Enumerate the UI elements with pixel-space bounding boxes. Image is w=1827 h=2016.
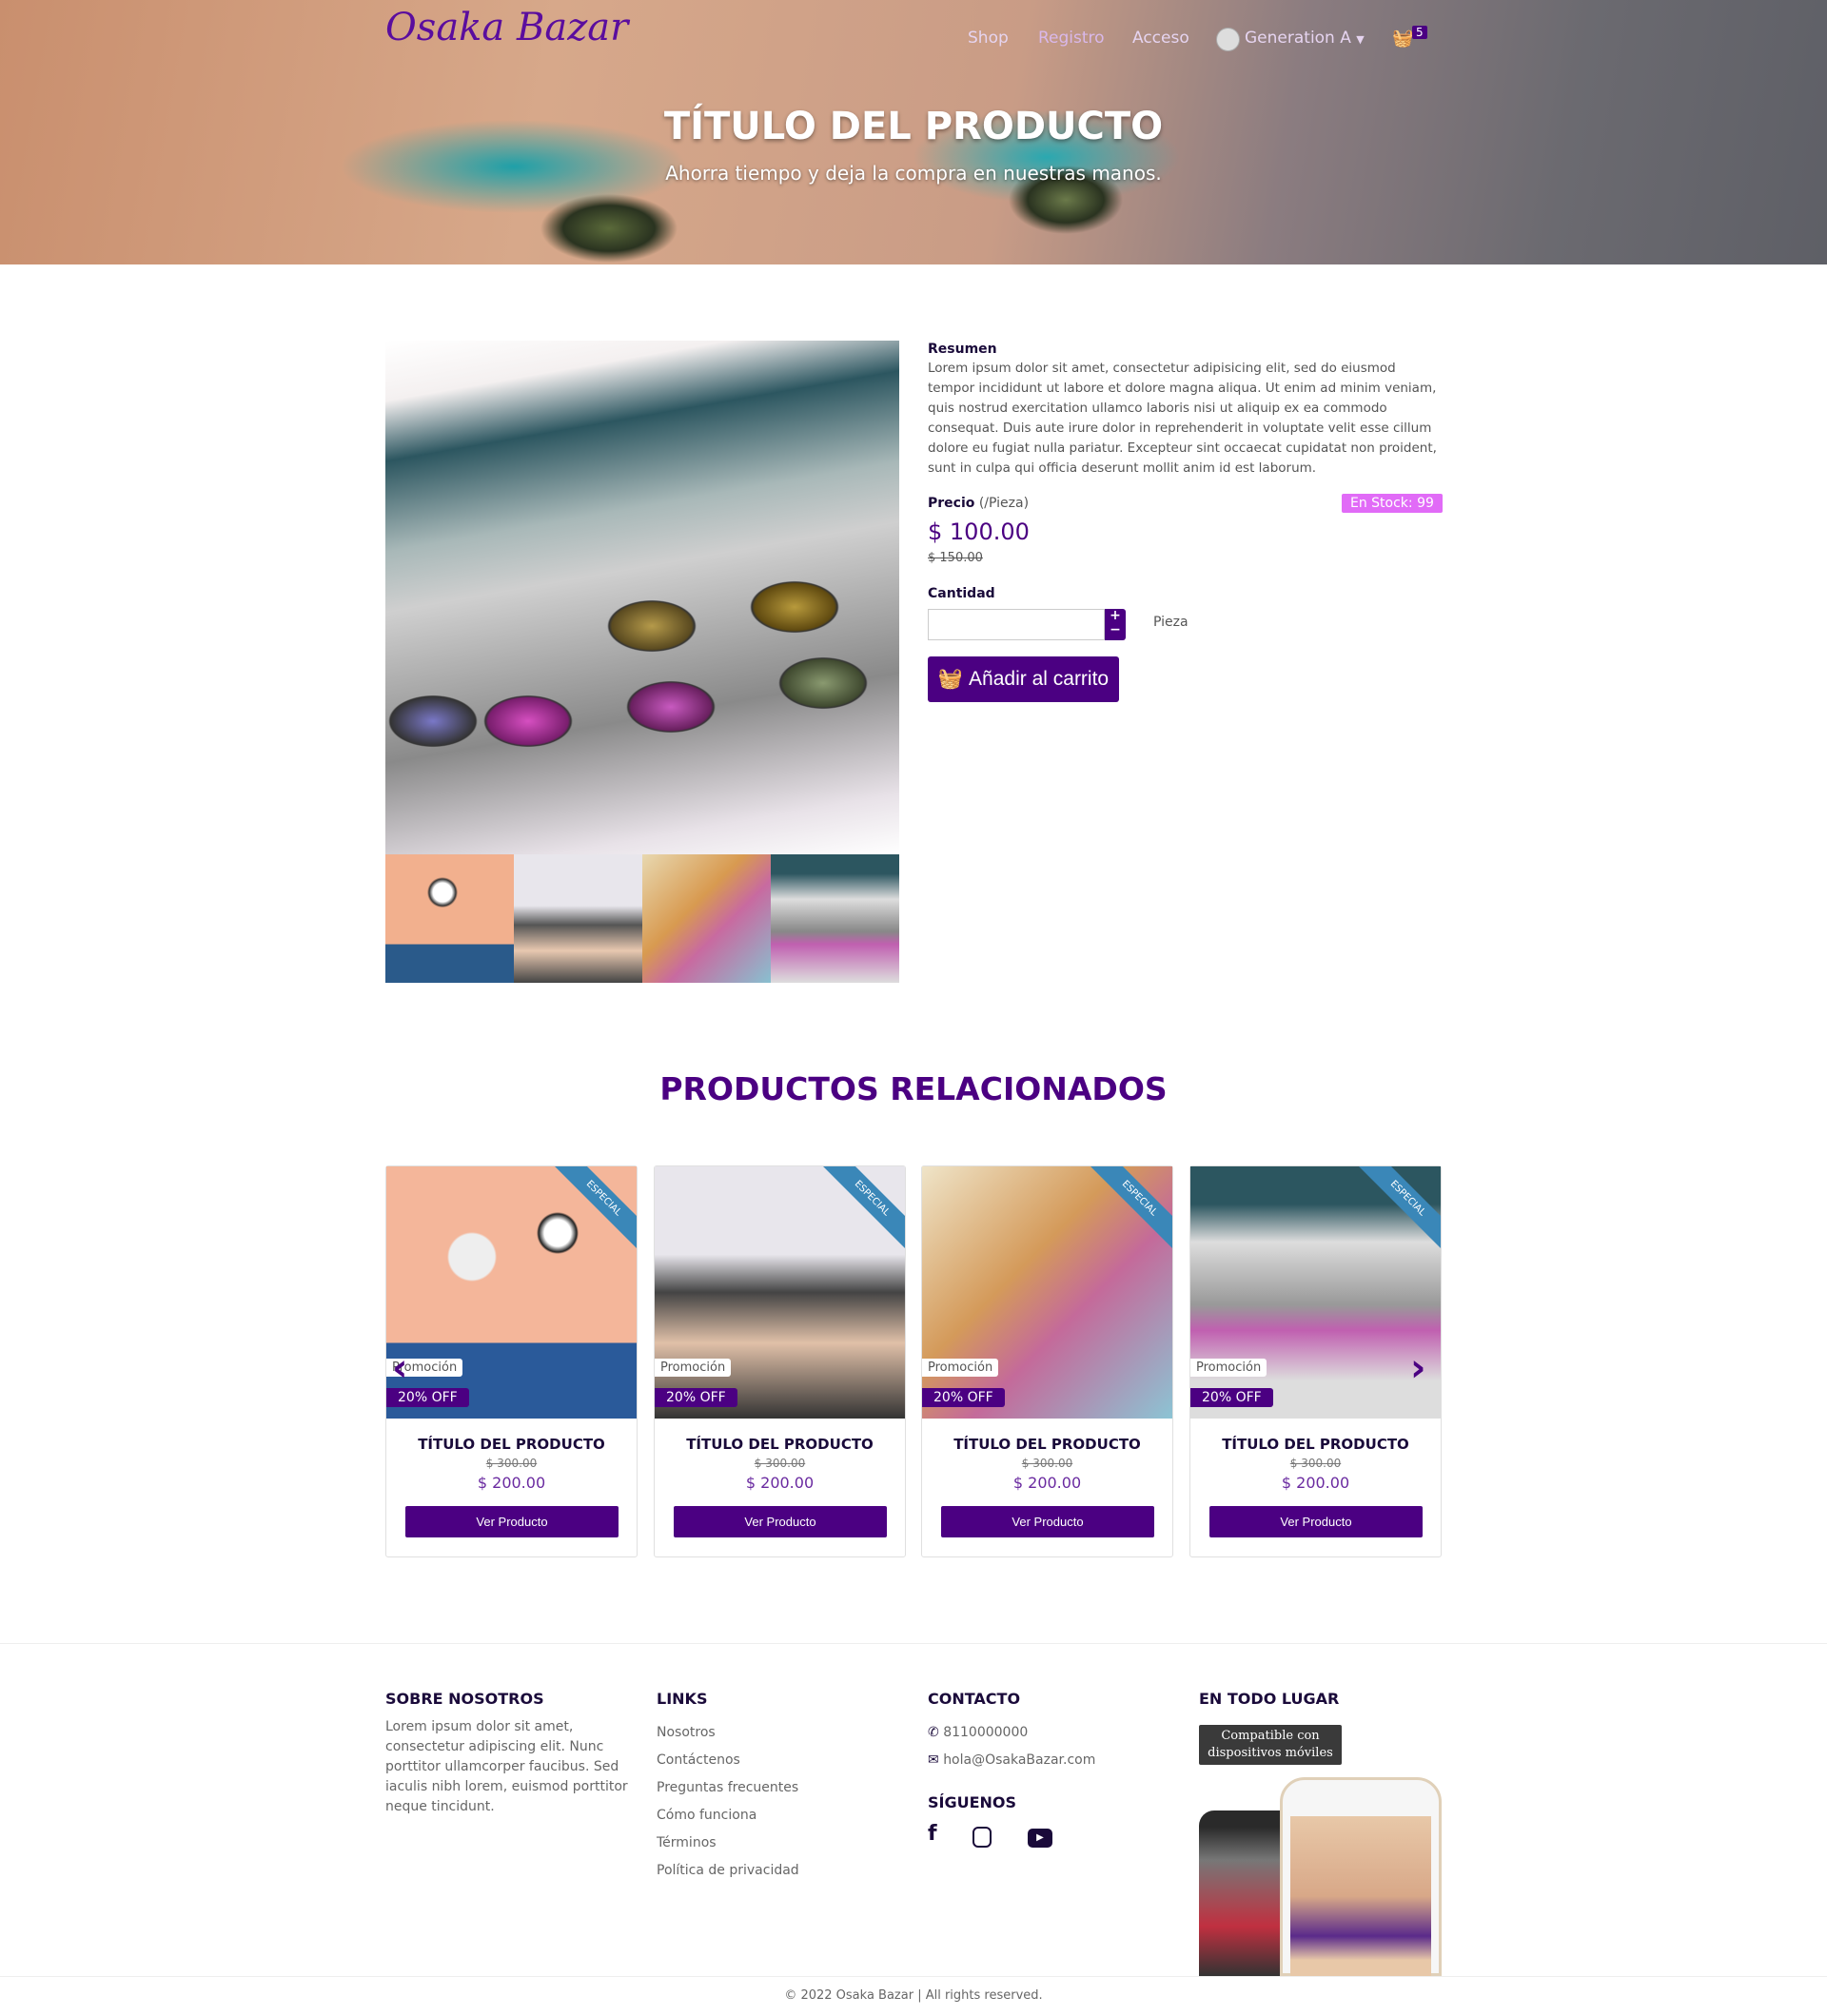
divider bbox=[0, 1976, 1827, 1977]
product-card[interactable]: ESPECIAL Promoción 20% OFF TÍTULO DEL PR… bbox=[1189, 1165, 1442, 1557]
carousel-next-icon[interactable]: › bbox=[1410, 1346, 1425, 1390]
summary-text: Lorem ipsum dolor sit amet, consectetur … bbox=[928, 361, 1437, 476]
footer-links-title: LINKS bbox=[657, 1690, 708, 1708]
divider bbox=[0, 1643, 1827, 1644]
phone-illustration bbox=[1280, 1777, 1442, 1976]
footer-link[interactable]: Preguntas frecuentes bbox=[657, 1780, 798, 1795]
view-product-button[interactable]: Ver Producto bbox=[405, 1506, 619, 1537]
special-ribbon: ESPECIAL bbox=[1355, 1166, 1441, 1251]
email[interactable]: ✉ hola@OsakaBazar.com bbox=[928, 1752, 1095, 1768]
avatar[interactable] bbox=[1216, 28, 1240, 51]
quantity-input[interactable] bbox=[928, 609, 1105, 640]
footer-about-text: Lorem ipsum dolor sit amet, consectetur … bbox=[385, 1719, 628, 1814]
product-card-title: TÍTULO DEL PRODUCTO bbox=[686, 1436, 874, 1453]
product-card-title: TÍTULO DEL PRODUCTO bbox=[1222, 1436, 1409, 1453]
unit-label: Pieza bbox=[1153, 615, 1189, 630]
promo-badge: Promoción bbox=[655, 1359, 732, 1377]
special-ribbon: ESPECIAL bbox=[551, 1166, 637, 1251]
hero-title: TÍTULO DEL PRODUCTO bbox=[663, 105, 1164, 148]
footer-link[interactable]: Cómo funciona bbox=[657, 1808, 756, 1823]
product-card[interactable]: ESPECIAL Promoción 20% OFF TÍTULO DEL PR… bbox=[921, 1165, 1173, 1557]
promo-badge: Promoción bbox=[1190, 1359, 1267, 1377]
discount-badge: 20% OFF bbox=[1190, 1388, 1273, 1407]
youtube-icon[interactable]: ▶ bbox=[1028, 1829, 1052, 1848]
product-card-old-price: $ 300.00 bbox=[485, 1457, 538, 1470]
nav-registro[interactable]: Registro bbox=[1038, 29, 1105, 48]
instagram-icon[interactable] bbox=[972, 1827, 992, 1848]
product-card-price: $ 200.00 bbox=[1012, 1474, 1082, 1492]
footer-link[interactable]: Política de privacidad bbox=[657, 1863, 799, 1878]
phone-illustration bbox=[1199, 1810, 1285, 1976]
footer-link[interactable]: Contáctenos bbox=[657, 1752, 740, 1768]
product-card-image[interactable]: ESPECIAL Promoción 20% OFF bbox=[655, 1166, 905, 1419]
thumbnail-4[interactable] bbox=[771, 854, 899, 983]
view-product-button[interactable]: Ver Producto bbox=[674, 1506, 887, 1537]
product-card-price: $ 200.00 bbox=[745, 1474, 815, 1492]
product-card-image[interactable]: ESPECIAL Promoción 20% OFF bbox=[1190, 1166, 1441, 1419]
product-card-image[interactable]: ESPECIAL Promoción 20% OFF bbox=[922, 1166, 1172, 1419]
phone-icon: ✆ bbox=[928, 1725, 939, 1740]
carousel-prev-icon[interactable]: ‹ bbox=[392, 1346, 407, 1390]
view-product-button[interactable]: Ver Producto bbox=[1209, 1506, 1423, 1537]
product-card-title: TÍTULO DEL PRODUCTO bbox=[418, 1436, 605, 1453]
old-price: $ 150.00 bbox=[928, 551, 983, 565]
product-card-price: $ 200.00 bbox=[477, 1474, 546, 1492]
minus-icon[interactable]: − bbox=[1105, 623, 1126, 637]
footer-about-title: SOBRE NOSOTROS bbox=[385, 1690, 544, 1708]
hero-subtitle: Ahorra tiempo y deja la compra en nuestr… bbox=[665, 162, 1162, 185]
view-product-button[interactable]: Ver Producto bbox=[941, 1506, 1154, 1537]
product-card[interactable]: ESPECIAL Promoción 20% OFF TÍTULO DEL PR… bbox=[385, 1165, 638, 1557]
product-card-old-price: $ 300.00 bbox=[754, 1457, 806, 1470]
discount-badge: 20% OFF bbox=[655, 1388, 737, 1407]
nav-acceso[interactable]: Acceso bbox=[1132, 29, 1189, 48]
quantity-label: Cantidad bbox=[928, 586, 995, 601]
related-title: PRODUCTOS RELACIONADOS bbox=[659, 1070, 1168, 1107]
caret-down-icon: ▼ bbox=[1356, 33, 1365, 46]
product-card-image[interactable]: ESPECIAL Promoción 20% OFF bbox=[386, 1166, 637, 1419]
stock-badge: En Stock: 99 bbox=[1342, 494, 1443, 513]
logo[interactable]: Osaka Bazar bbox=[385, 9, 628, 47]
mobile-compatible-badge: Compatible con dispositivos móviles bbox=[1199, 1725, 1342, 1765]
facebook-icon[interactable]: f bbox=[928, 1822, 937, 1846]
cart-icon[interactable]: 🧺 bbox=[1392, 29, 1413, 49]
special-ribbon: ESPECIAL bbox=[1087, 1166, 1172, 1251]
discount-badge: 20% OFF bbox=[386, 1388, 469, 1407]
thumbnail-3[interactable] bbox=[642, 854, 771, 983]
footer-link[interactable]: Términos bbox=[657, 1835, 717, 1850]
quantity-stepper[interactable]: + − bbox=[1105, 609, 1126, 640]
thumbnail-2[interactable] bbox=[514, 854, 642, 983]
envelope-icon: ✉ bbox=[928, 1752, 939, 1768]
thumbnail-1[interactable] bbox=[385, 854, 514, 983]
footer-contact-title: CONTACTO bbox=[928, 1690, 1021, 1708]
special-ribbon: ESPECIAL bbox=[819, 1166, 905, 1251]
copyright: © 2022 Osaka Bazar | All rights reserved… bbox=[784, 1988, 1043, 2003]
product-card-title: TÍTULO DEL PRODUCTO bbox=[953, 1436, 1141, 1453]
phone: ✆ 8110000000 bbox=[928, 1725, 1029, 1740]
cart-count-badge: 5 bbox=[1412, 26, 1427, 39]
product-main-image bbox=[385, 341, 899, 854]
plus-icon[interactable]: + bbox=[1105, 609, 1126, 623]
discount-badge: 20% OFF bbox=[922, 1388, 1005, 1407]
footer-follow-title: SÍGUENOS bbox=[928, 1793, 1017, 1811]
summary-label: Resumen bbox=[928, 342, 997, 357]
product-card-price: $ 200.00 bbox=[1281, 1474, 1350, 1492]
product-card-old-price: $ 300.00 bbox=[1021, 1457, 1073, 1470]
price: $ 100.00 bbox=[928, 519, 1030, 545]
product-card[interactable]: ESPECIAL Promoción 20% OFF TÍTULO DEL PR… bbox=[654, 1165, 906, 1557]
basket-icon: 🧺 bbox=[937, 668, 964, 690]
promo-badge: Promoción bbox=[922, 1359, 999, 1377]
add-to-cart-button[interactable]: 🧺 Añadir al carrito bbox=[928, 656, 1119, 702]
product-card-old-price: $ 300.00 bbox=[1289, 1457, 1342, 1470]
footer-link[interactable]: Nosotros bbox=[657, 1725, 716, 1740]
user-menu[interactable]: Generation A ▼ bbox=[1245, 29, 1365, 48]
footer-everywhere-title: EN TODO LUGAR bbox=[1199, 1690, 1340, 1708]
nav-shop[interactable]: Shop bbox=[968, 29, 1009, 48]
